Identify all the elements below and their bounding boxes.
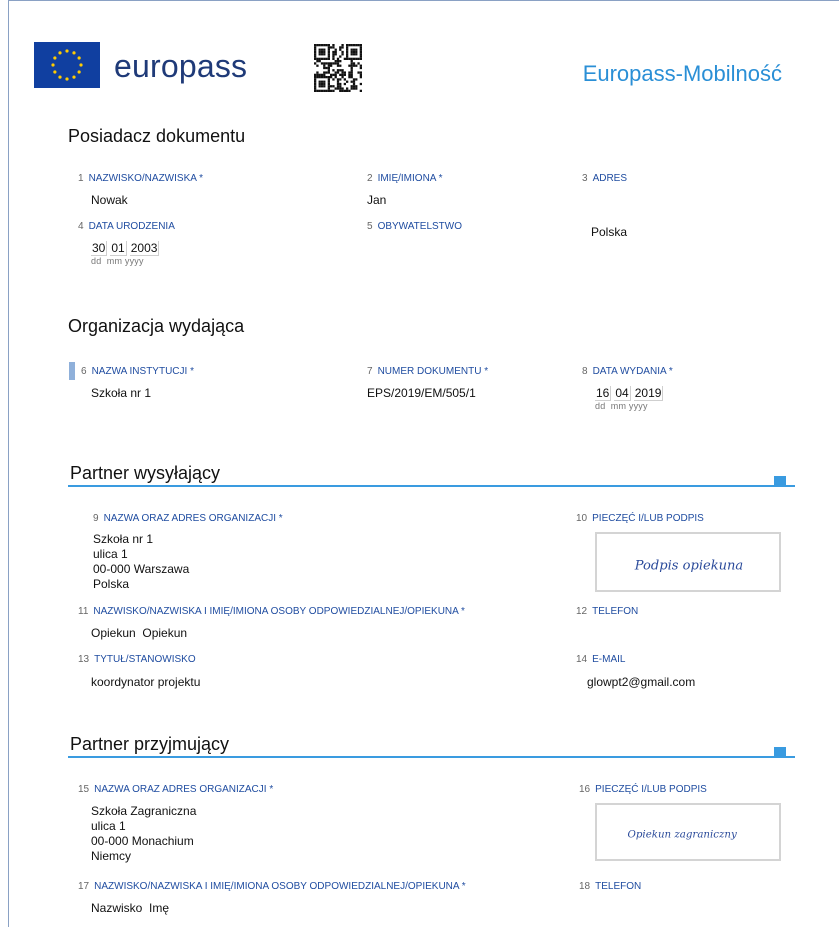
field-label-receiving-org: 15 NAZWA ORAZ ADRES ORGANIZACJI * bbox=[78, 784, 274, 795]
field-label-address: 3 ADRES bbox=[582, 173, 628, 184]
field-value-firstname: Jan bbox=[367, 193, 387, 207]
field-value-sending-org: Szkoła nr 1 ulica 1 00-000 Warszawa Pols… bbox=[93, 532, 189, 592]
field-label-sending-email: 14 E-MAIL bbox=[576, 654, 626, 665]
eu-star bbox=[79, 63, 83, 67]
field-value-birthdate: 30 01 2003 dd mm yyyy bbox=[91, 241, 160, 266]
svg-text:Opiekun zagraniczny: Opiekun zagraniczny bbox=[627, 829, 737, 841]
svg-text:Podpis opiekuna: Podpis opiekuna bbox=[634, 558, 743, 573]
section-marker-receiving bbox=[774, 747, 786, 757]
field-label-citizenship: 5 OBYWATELSTWO bbox=[367, 221, 463, 232]
field-value-sending-email: glowpt2@gmail.com bbox=[587, 675, 696, 689]
eu-star bbox=[65, 77, 69, 81]
eu-star bbox=[58, 51, 62, 55]
section-heading-holder: Posiadacz dokumentu bbox=[68, 126, 246, 146]
receiving-org-line: Szkoła Zagraniczna bbox=[91, 804, 197, 818]
section-heading-sending: Partner wysyłający bbox=[70, 463, 221, 483]
birthdate-year: 2003 bbox=[129, 241, 160, 256]
eu-star bbox=[72, 51, 76, 55]
birthdate-day: 30 bbox=[91, 241, 108, 256]
field-value-sending-mentor: Opiekun Opiekun bbox=[91, 626, 188, 640]
birthdate-format-hint: dd mm yyyy bbox=[91, 256, 144, 266]
section-rule-receiving bbox=[68, 756, 795, 758]
eu-star bbox=[58, 75, 62, 79]
receiving-org-line: 00-000 Monachium bbox=[91, 834, 194, 848]
eu-star bbox=[53, 56, 57, 60]
field-value-surname: Nowak bbox=[91, 193, 128, 207]
section-heading-issuer: Organizacja wydająca bbox=[68, 316, 245, 336]
field-label-receiving-stamp: 16 PIECZĘĆ I/LUB PODPIS bbox=[579, 784, 707, 795]
field-label-sending-phone: 12 TELEFON bbox=[576, 606, 639, 617]
field-label-surname: 1 NAZWISKO/NAZWISKA * bbox=[78, 173, 204, 184]
field-label-receiving-phone: 18 TELEFON bbox=[579, 881, 642, 892]
issuedate-year: 2019 bbox=[633, 386, 664, 401]
field-label-sending-org: 9 NAZWA ORAZ ADRES ORGANIZACJI * bbox=[93, 513, 283, 524]
field-label-firstname: 2 IMIĘ/IMIONA * bbox=[367, 173, 443, 184]
field-label-issuedate: 8 DATA WYDANIA * bbox=[582, 366, 673, 377]
field-value-receiving-mentor: Nazwisko Imę bbox=[91, 901, 170, 915]
field-label-sending-mentor: 11 NAZWISKO/NAZWISKA I IMIĘ/IMIONA OSOBY … bbox=[78, 606, 465, 617]
field-label-birthdate: 4 DATA URODZENIA bbox=[78, 221, 175, 232]
issuedate-day: 16 bbox=[595, 386, 612, 401]
issuedate-format-hint: dd mm yyyy bbox=[595, 401, 648, 411]
sending-org-line: ulica 1 bbox=[93, 547, 128, 561]
section-rule-sending bbox=[68, 485, 795, 487]
sending-org-line: Szkoła nr 1 bbox=[93, 532, 154, 546]
document-title: Europass-Mobilność bbox=[582, 61, 782, 86]
field-label-docnumber: 7 NUMER DOKUMENTU * bbox=[367, 366, 489, 377]
field-value-citizenship: Polska bbox=[591, 225, 628, 239]
field-value-docnumber: EPS/2019/EM/505/1 bbox=[367, 386, 476, 400]
field-label-receiving-mentor: 17 NAZWISKO/NAZWISKA I IMIĘ/IMIONA OSOBY … bbox=[78, 881, 466, 892]
receiving-signature-box: Opiekun zagraniczny bbox=[595, 803, 781, 861]
section-heading-receiving: Partner przyjmujący bbox=[70, 734, 230, 754]
field-focus-marker bbox=[69, 362, 75, 380]
field-value-sending-title: koordynator projektu bbox=[91, 675, 201, 689]
qr-code-icon bbox=[314, 44, 362, 92]
eu-star bbox=[53, 70, 57, 74]
eu-flag-icon bbox=[34, 42, 100, 88]
receiving-org-line: ulica 1 bbox=[91, 819, 126, 833]
field-value-issuedate: 16 04 2019 dd mm yyyy bbox=[595, 386, 664, 411]
issuedate-month: 04 bbox=[614, 386, 631, 401]
sending-org-line: Polska bbox=[93, 577, 130, 591]
section-marker-sending bbox=[774, 476, 786, 486]
birthdate-month: 01 bbox=[110, 241, 127, 256]
eu-star bbox=[65, 49, 69, 53]
field-label-sending-stamp: 10 PIECZĘĆ I/LUB PODPIS bbox=[576, 513, 704, 524]
eu-star bbox=[72, 75, 76, 79]
receiving-signature-image: Opiekun zagraniczny bbox=[627, 829, 737, 841]
europass-logo-text: europass bbox=[114, 48, 248, 84]
eu-star bbox=[77, 70, 81, 74]
sending-signature-box: Podpis opiekuna bbox=[595, 532, 781, 592]
document-page: europass Europass-Mobilność Posiadacz do… bbox=[8, 0, 839, 927]
field-label-sending-title: 13 TYTUŁ/STANOWISKO bbox=[78, 654, 196, 665]
field-value-receiving-org: Szkoła Zagraniczna ulica 1 00-000 Monach… bbox=[91, 804, 196, 864]
eu-star bbox=[77, 56, 81, 60]
receiving-org-line: Niemcy bbox=[91, 849, 132, 863]
field-label-institution: 6 NAZWA INSTYTUCJI * bbox=[81, 366, 194, 377]
field-value-institution: Szkoła nr 1 bbox=[91, 386, 152, 400]
sending-signature-image: Podpis opiekuna bbox=[634, 558, 743, 573]
eu-star bbox=[51, 63, 55, 67]
sending-org-line: 00-000 Warszawa bbox=[93, 562, 190, 576]
